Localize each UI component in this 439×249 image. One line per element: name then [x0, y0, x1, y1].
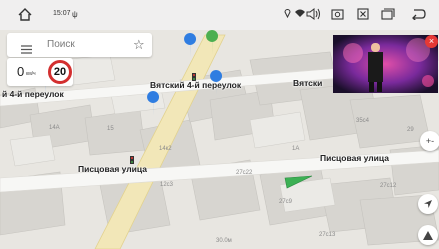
building-number: 35с4 — [356, 118, 370, 124]
building-number: 27с13 — [319, 232, 336, 238]
usb-icon: ψ — [72, 10, 78, 19]
street-label-pistsovaya-left: Писцовая улица — [78, 164, 147, 174]
menu-icon[interactable] — [21, 41, 32, 59]
camera-icon[interactable] — [331, 8, 344, 20]
warning-button[interactable] — [418, 225, 438, 245]
building-number: 27с22 — [236, 170, 253, 176]
star-icon[interactable]: ☆ — [133, 37, 145, 53]
volume-icon[interactable] — [306, 8, 321, 20]
street-label-pistsovaya-right: Писцовая улица — [320, 153, 389, 163]
search-input[interactable]: Поиск — [47, 39, 75, 50]
speed-limit-sign: 20 — [48, 60, 72, 84]
wifi-icon — [294, 8, 306, 18]
building-number: 29 — [407, 127, 414, 133]
zoom-minus-label: - — [431, 136, 435, 146]
close-box-icon[interactable] — [357, 8, 369, 20]
recent-apps-icon[interactable] — [381, 8, 395, 20]
close-video-button[interactable]: × — [425, 35, 438, 48]
building-number: 14A — [49, 125, 60, 131]
street-label-vyatsky-right: Вятски — [293, 78, 323, 88]
status-bar: 15:07 ψ — [0, 0, 439, 30]
back-icon[interactable] — [410, 8, 426, 20]
search-bar[interactable]: Поиск ☆ — [7, 33, 152, 57]
my-location-button[interactable] — [418, 194, 438, 214]
navigation-arrow-icon — [424, 200, 432, 208]
speed-unit: км/ч — [26, 71, 36, 77]
building-number: 1А — [292, 146, 300, 152]
map-scale-label: 30.0м — [216, 238, 232, 244]
home-icon[interactable] — [18, 8, 32, 21]
building-number: 27с12 — [380, 183, 397, 189]
status-time: 15:07 — [53, 10, 71, 17]
location-icon — [284, 8, 291, 18]
current-speed: 0 — [17, 64, 25, 79]
street-label-pereulok-left: й 4-й переулок — [2, 89, 64, 99]
building-number: 12с3 — [160, 182, 174, 188]
building-number: 14к2 — [159, 146, 172, 152]
warning-icon — [423, 230, 433, 240]
zoom-button[interactable]: + - — [420, 131, 439, 151]
building-number: 15 — [107, 126, 114, 132]
speed-panel: 0 км/ч 20 — [7, 58, 73, 86]
street-label-pereulok-center: Вятский 4-й переулок — [150, 80, 242, 90]
building-number: 27с9 — [279, 199, 293, 205]
video-preview[interactable] — [333, 35, 438, 93]
